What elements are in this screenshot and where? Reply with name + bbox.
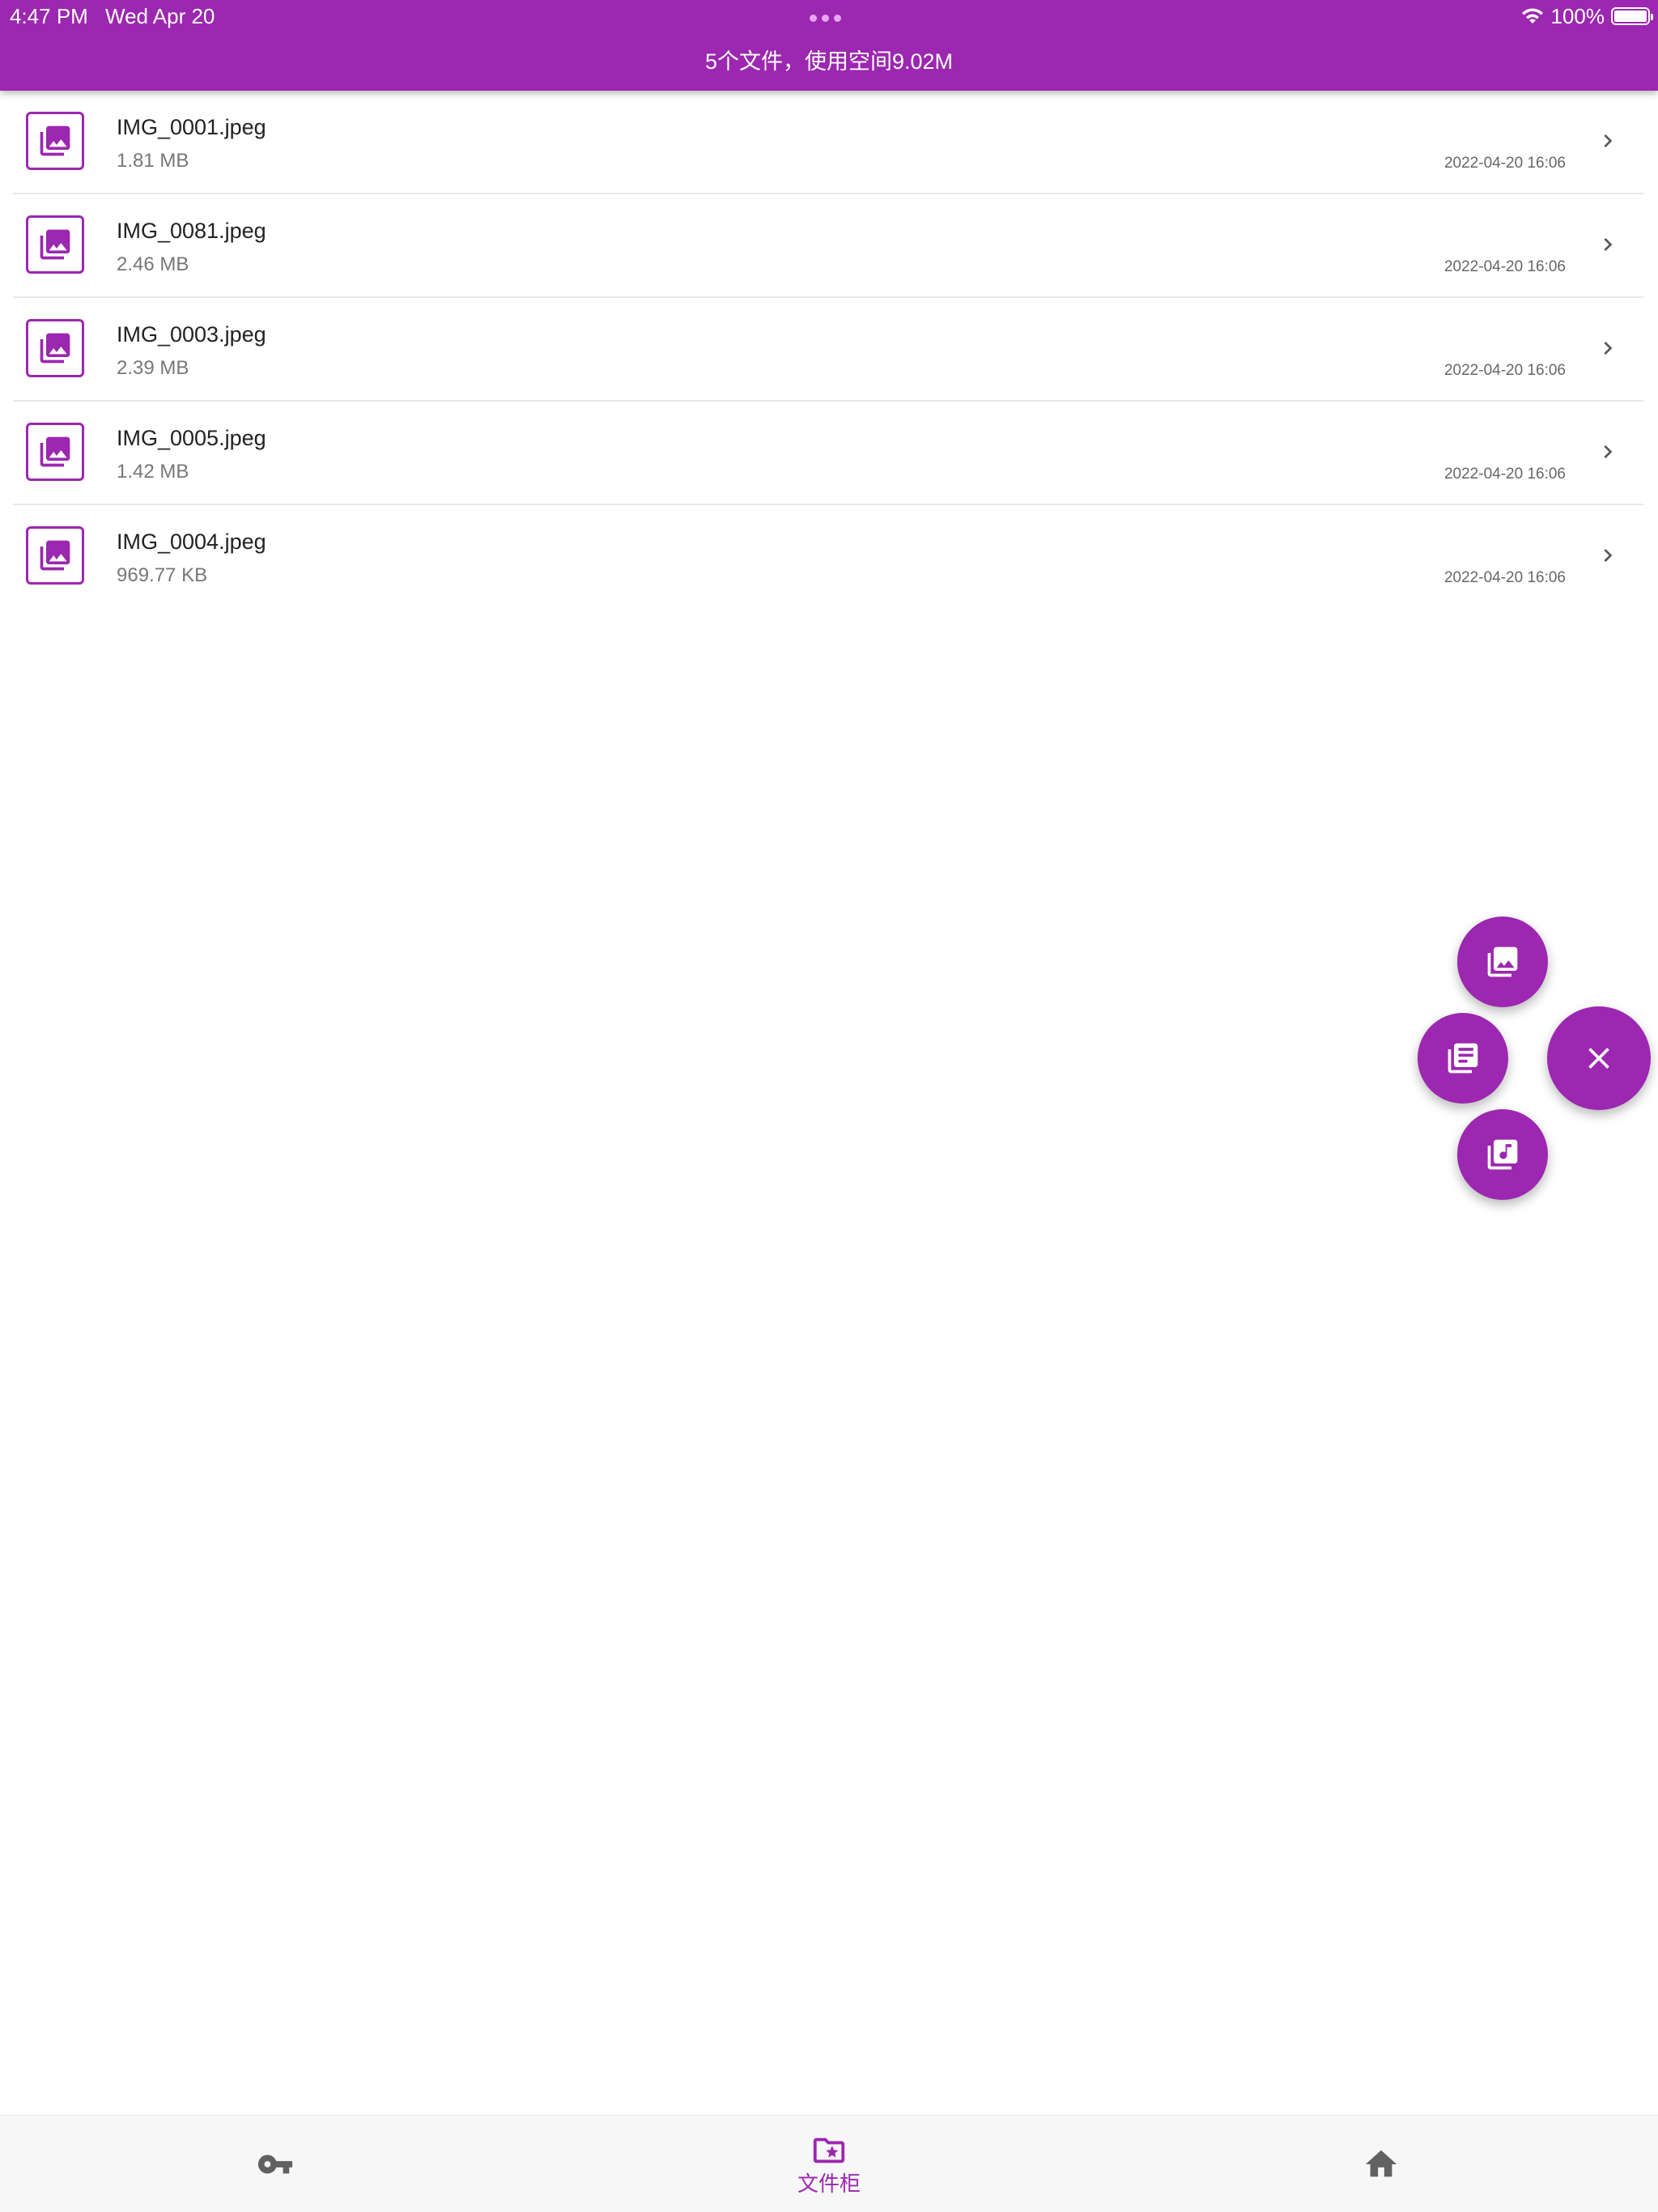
file-size: 969.77 KB: [117, 564, 208, 586]
status-date: Wed Apr 20: [105, 4, 215, 28]
file-date: 2022-04-20 16:06: [1443, 569, 1566, 586]
app-bar: 4:47 PM Wed Apr 20 100% 5个文件，使用空间9.02M: [0, 0, 1658, 91]
add-photo-fab[interactable]: [1457, 917, 1548, 1007]
chevron-right-icon: [1595, 335, 1621, 361]
chevron-right-icon: [1595, 232, 1621, 257]
file-size: 1.81 MB: [117, 150, 189, 172]
file-name: IMG_0004.jpeg: [117, 530, 266, 554]
nav-item-home[interactable]: [1300, 2116, 1462, 2212]
battery-icon: [1611, 7, 1653, 25]
page-title: 5个文件，使用空间9.02M: [704, 49, 954, 74]
photo-library-icon: [1487, 946, 1518, 977]
wifi-icon: [1521, 8, 1543, 23]
folder-star-icon: [813, 2138, 845, 2163]
photo-library-icon: [26, 319, 84, 377]
home-icon: [1365, 2150, 1397, 2177]
file-date: 2022-04-20 16:06: [1443, 466, 1566, 483]
file-row[interactable]: IMG_0005.jpeg 1.42 MB 2022-04-20 16:06: [13, 402, 1643, 505]
close-fab-menu-button[interactable]: [1547, 1006, 1651, 1110]
file-name: IMG_0001.jpeg: [117, 115, 266, 139]
app-root: 4:47 PM Wed Apr 20 100% 5个文件，使用空间9.02M I…: [0, 0, 1658, 2212]
file-name: IMG_0081.jpeg: [117, 219, 266, 243]
add-document-fab[interactable]: [1418, 1013, 1508, 1104]
status-time: 4:47 PM: [10, 4, 88, 28]
file-name: IMG_0003.jpeg: [117, 322, 266, 347]
music-library-icon: [1487, 1139, 1518, 1170]
file-list: IMG_0001.jpeg 1.81 MB 2022-04-20 16:06 I…: [0, 91, 1658, 609]
multitasking-dots-icon[interactable]: [810, 15, 841, 22]
battery-percent: 100%: [1550, 4, 1605, 28]
file-date: 2022-04-20 16:06: [1443, 258, 1566, 275]
file-row[interactable]: IMG_0081.jpeg 2.46 MB 2022-04-20 16:06: [13, 194, 1643, 298]
file-size: 1.42 MB: [117, 461, 189, 483]
document-library-icon: [1448, 1043, 1478, 1074]
status-right: 100%: [1520, 2, 1653, 31]
file-row[interactable]: IMG_0003.jpeg 2.39 MB 2022-04-20 16:06: [13, 298, 1643, 402]
chevron-right-icon: [1595, 128, 1621, 154]
nav-label-file-cabinet: 文件柜: [797, 2172, 861, 2196]
chevron-right-icon: [1595, 542, 1621, 568]
close-icon: [1588, 1048, 1609, 1069]
file-name: IMG_0005.jpeg: [117, 426, 266, 450]
nav-item-file-cabinet[interactable]: 文件柜: [748, 2116, 910, 2212]
file-row[interactable]: IMG_0001.jpeg 1.81 MB 2022-04-20 16:06: [13, 91, 1643, 194]
nav-item-keys[interactable]: [194, 2116, 356, 2212]
key-icon: [257, 2155, 293, 2174]
file-row[interactable]: IMG_0004.jpeg 969.77 KB 2022-04-20 16:06: [13, 505, 1643, 609]
file-date: 2022-04-20 16:06: [1443, 155, 1566, 172]
bottom-nav: 文件柜: [0, 2115, 1658, 2212]
photo-library-icon: [26, 215, 84, 274]
file-date: 2022-04-20 16:06: [1443, 362, 1566, 379]
file-size: 2.39 MB: [117, 357, 189, 379]
photo-library-icon: [26, 423, 84, 481]
chevron-right-icon: [1595, 439, 1621, 465]
photo-library-icon: [26, 112, 84, 170]
add-music-fab[interactable]: [1457, 1109, 1548, 1200]
photo-library-icon: [26, 526, 84, 585]
file-size: 2.46 MB: [117, 253, 189, 275]
